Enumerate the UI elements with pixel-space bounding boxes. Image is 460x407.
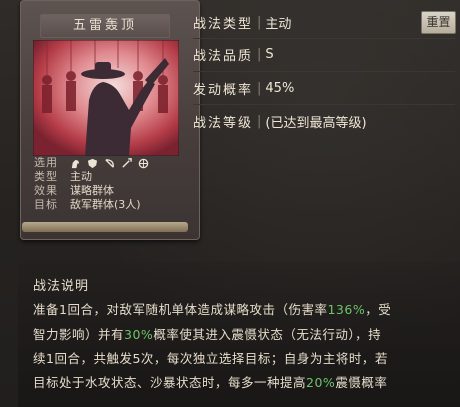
description-text: 目标处于水攻状态、沙暴状态时，每多一种提高: [33, 375, 307, 390]
attr-value: 主动: [70, 170, 92, 183]
description-text: ，受: [365, 302, 392, 317]
attr-row-target: 目标 敌军群体(3人): [34, 198, 184, 212]
separator: |: [257, 113, 262, 129]
trigger-rate-row: 发动概率 | 45%: [193, 77, 455, 99]
description-line: 目标处于水攻状态、沙暴状态时，每多一种提高20%震慑概率: [33, 372, 387, 391]
attr-row-troops: 选用: [34, 156, 184, 170]
skill-type-value: 主动: [265, 16, 292, 32]
highlight-value: 20%: [306, 375, 336, 390]
description-line: 准备1回合，对敌军随机单体造成谋略攻击（伤害率136%，受: [33, 299, 391, 318]
skill-level-row: 战法等级 | (已达到最高等级): [193, 110, 455, 132]
skill-quality-label: 战法品质: [193, 48, 254, 64]
attr-key: 效果: [34, 184, 58, 197]
separator: |: [257, 14, 262, 30]
separator: |: [257, 46, 262, 62]
description-text: 概率使其进入震慑状态（无法行动），持: [153, 327, 382, 342]
description-line: 智力影响）并有30%概率使其进入震慑状态（无法行动），持: [33, 324, 381, 343]
skill-quality-row: 战法品质 | S: [193, 43, 455, 65]
divider: [193, 38, 455, 39]
skill-level-value: (已达到最高等级): [265, 115, 367, 131]
artwork-illustration: [33, 40, 179, 156]
skill-card-title: 五雷轰顶: [40, 14, 170, 38]
highlight-value: 30%: [124, 327, 154, 342]
bow-icon: [105, 158, 114, 168]
attr-value: 敌军群体(3人): [70, 198, 141, 211]
description-line: 续1回合，共触发5次，每次独立选择目标；自身为主将时，若: [33, 348, 388, 367]
description-text: 智力影响）并有: [33, 327, 125, 342]
attr-row-effect: 效果 谋略群体: [34, 184, 184, 198]
trigger-rate-label: 发动概率: [193, 82, 254, 98]
separator: |: [257, 80, 262, 96]
description-text: 准备1回合，对敌军随机单体造成谋略攻击（伤害率: [33, 302, 328, 317]
wheel-icon: [138, 158, 149, 168]
trigger-rate-value: 45%: [265, 80, 295, 96]
attr-key: 选用: [34, 156, 58, 169]
attr-row-type: 类型 主动: [34, 170, 184, 184]
attr-value: 谋略群体: [70, 184, 114, 197]
description-text: 续1回合，共触发5次，每次独立选择目标；自身为主将时，若: [33, 351, 388, 366]
skill-type-row: 战法类型 | 主动: [193, 11, 455, 33]
divider: [193, 71, 455, 72]
cavalry-icon: [71, 159, 80, 168]
shield-icon: [87, 158, 98, 168]
highlight-value: 136%: [327, 302, 366, 317]
skill-level-label: 战法等级: [193, 115, 254, 131]
description-text: 震慑概率: [335, 375, 388, 390]
description-title: 战法说明: [33, 279, 90, 294]
skill-type-label: 战法类型: [193, 16, 254, 32]
skill-artwork: [33, 40, 179, 156]
divider: [193, 104, 455, 105]
reset-button[interactable]: 重置: [421, 11, 456, 34]
spear-icon: [122, 157, 132, 168]
attr-key: 目标: [34, 198, 58, 211]
skill-quality-value: S: [265, 46, 274, 62]
skill-attributes: 选用 类型 主动 效果 谋略群体 目标 敌军群体(3人): [34, 156, 184, 212]
troop-icons: [70, 156, 149, 170]
attr-key: 类型: [34, 170, 58, 183]
scroll-rod: [22, 222, 188, 232]
